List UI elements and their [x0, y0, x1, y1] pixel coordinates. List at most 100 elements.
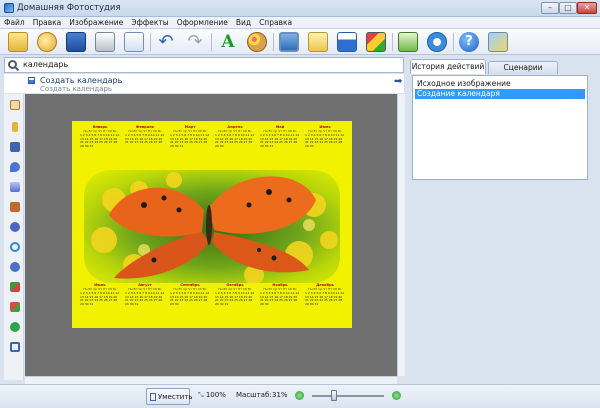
month-days: 1 2 3 4 5 6 7 8 9 10 11 12 13 14 15 16 1…: [305, 291, 345, 307]
month-days: 1 2 3 4 5 6 7 8 9 10 11 12 13 14 15 16 1…: [215, 133, 255, 149]
menu-bar: Файл Правка Изображение Эффекты Оформлен…: [0, 17, 600, 29]
eye-icon[interactable]: [10, 262, 20, 272]
undo-icon[interactable]: ↶: [156, 32, 176, 52]
zoom-slider-thumb[interactable]: [330, 390, 337, 401]
tab-history[interactable]: История действий: [410, 59, 486, 74]
menu-help[interactable]: Справка: [259, 17, 292, 29]
month-block: Октябрь Пн Вт Ср Чт Пт Сб Вс 1 2 3 4 5 6…: [215, 283, 255, 307]
crop-tool-icon[interactable]: [10, 342, 20, 352]
horizontal-scrollbar[interactable]: [25, 376, 397, 384]
menu-image[interactable]: Изображение: [69, 17, 123, 29]
calendar-small-icon: [28, 77, 35, 84]
vertical-scrollbar[interactable]: [397, 94, 405, 376]
month-days: 1 2 3 4 5 6 7 8 9 10 11 12 13 14 15 16 1…: [125, 291, 165, 307]
package-icon[interactable]: [488, 32, 508, 52]
menu-file[interactable]: Файл: [4, 17, 25, 29]
redo-icon[interactable]: ↷: [185, 32, 205, 52]
text-icon[interactable]: A: [218, 32, 238, 52]
crop-icon[interactable]: [398, 32, 418, 52]
fit-button[interactable]: Уместить: [146, 388, 193, 405]
month-days: 1 2 3 4 5 6 7 8 9 10 11 12 13 14 15 16 1…: [170, 291, 210, 307]
month-days: 1 2 3 4 5 6 7 8 9 10 11 12 13 14 15 16 1…: [80, 291, 120, 307]
month-days: 1 2 3 4 5 6 7 8 9 10 11 12 13 14 15 16 1…: [305, 133, 345, 149]
frame-icon[interactable]: [279, 32, 299, 52]
month-days: 1 2 3 4 5 6 7 8 9 10 11 12 13 14 15 16 1…: [80, 133, 120, 149]
minimize-button[interactable]: –: [541, 2, 559, 14]
print-icon[interactable]: [95, 32, 115, 52]
month-block: Январь Пн Вт Ср Чт Пт Сб Вс 1 2 3 4 5 6 …: [80, 125, 120, 149]
zoom-100-icon: ⤡: [198, 391, 206, 399]
butterfly-photo: [91, 172, 338, 283]
search-box[interactable]: календарь: [4, 57, 404, 73]
calendar-photo: [84, 170, 340, 283]
history-list: Исходное изображение Создание календаря: [412, 75, 588, 180]
scale-value: 31%: [272, 391, 288, 399]
apply-arrow-icon[interactable]: ➡: [394, 76, 402, 87]
swap-icon[interactable]: [10, 302, 20, 312]
card-icon[interactable]: [308, 32, 328, 52]
cone-icon[interactable]: [10, 182, 20, 192]
month-block: Август Пн Вт Ср Чт Пт Сб Вс 1 2 3 4 5 6 …: [125, 283, 165, 307]
month-block: Декабрь Пн Вт Ср Чт Пт Сб Вс 1 2 3 4 5 6…: [305, 283, 345, 307]
fit-icon: [150, 393, 156, 401]
history-item[interactable]: Исходное изображение: [415, 79, 585, 89]
save-icon[interactable]: [66, 32, 86, 52]
palette-icon[interactable]: [247, 32, 267, 52]
open-folder-icon[interactable]: [8, 32, 28, 52]
month-block: Февраль Пн Вт Ср Чт Пт Сб Вс 1 2 3 4 5 6…: [125, 125, 165, 145]
ellipse-icon[interactable]: [10, 222, 20, 232]
close-button[interactable]: ✕: [577, 2, 597, 14]
menu-effects[interactable]: Эффекты: [131, 17, 169, 29]
eraser-icon[interactable]: [10, 322, 20, 332]
maximize-button[interactable]: □: [559, 2, 577, 14]
scale-label: Масштаб:: [236, 391, 272, 399]
result-subtitle: Создать календарь: [40, 85, 113, 93]
results-list: Создать календарь Создать календарь ➡: [4, 74, 404, 94]
month-block: Май Пн Вт Ср Чт Пт Сб Вс 1 2 3 4 5 6 7 8…: [260, 125, 300, 149]
month-days: 1 2 3 4 5 6 7 8 9 10 11 12 13 14 15 16 1…: [125, 133, 165, 145]
toolbar: ↶ ↷ A ?: [0, 29, 600, 55]
month-block: Сентябрь Пн Вт Ср Чт Пт Сб Вс 1 2 3 4 5 …: [170, 283, 210, 307]
month-days: 1 2 3 4 5 6 7 8 9 10 11 12 13 14 15 16 1…: [260, 291, 300, 307]
layers-icon[interactable]: [10, 282, 20, 292]
month-block: Июль Пн Вт Ср Чт Пт Сб Вс 1 2 3 4 5 6 7 …: [80, 283, 120, 307]
list-item[interactable]: Создать календарь Создать календарь ➡: [4, 74, 404, 94]
month-block: Ноябрь Пн Вт Ср Чт Пт Сб Вс 1 2 3 4 5 6 …: [260, 283, 300, 307]
compare-icon[interactable]: [427, 32, 447, 52]
zoom-slider-track[interactable]: [312, 395, 384, 397]
menu-view[interactable]: Вид: [236, 17, 251, 29]
result-title: Создать календарь: [40, 76, 123, 85]
drop-icon[interactable]: [10, 162, 20, 172]
zoom-in-icon[interactable]: [392, 391, 401, 400]
stamp-icon[interactable]: [10, 202, 20, 212]
brush-icon[interactable]: [10, 142, 20, 152]
pencil-icon[interactable]: [12, 122, 18, 132]
copy-icon[interactable]: [124, 32, 144, 52]
title-bar: Домашняя Фотостудия – □ ✕: [0, 0, 600, 17]
hand-icon[interactable]: [10, 100, 20, 110]
month-block: Март Пн Вт Ср Чт Пт Сб Вс 1 2 3 4 5 6 7 …: [170, 125, 210, 149]
menu-design[interactable]: Оформление: [177, 17, 228, 29]
month-days: 1 2 3 4 5 6 7 8 9 10 11 12 13 14 15 16 1…: [260, 133, 300, 149]
month-days: 1 2 3 4 5 6 7 8 9 10 11 12 13 14 15 16 1…: [215, 291, 255, 307]
month-block: Июнь Пн Вт Ср Чт Пт Сб Вс 1 2 3 4 5 6 7 …: [305, 125, 345, 149]
window-title: Домашняя Фотостудия: [17, 3, 121, 13]
status-bar: Уместить ⤡ 100% Масштаб: 31%: [0, 384, 600, 408]
search-input[interactable]: календарь: [23, 60, 68, 69]
collage-icon[interactable]: [366, 32, 386, 52]
tab-scenarios[interactable]: Сценарии: [488, 61, 558, 74]
month-block: Апрель Пн Вт Ср Чт Пт Сб Вс 1 2 3 4 5 6 …: [215, 125, 255, 149]
calendar-icon[interactable]: [337, 32, 357, 52]
menu-edit[interactable]: Правка: [33, 17, 62, 29]
month-days: 1 2 3 4 5 6 7 8 9 10 11 12 13 14 15 16 1…: [170, 133, 210, 149]
fit-label: Уместить: [158, 393, 193, 401]
tools-strip: [4, 94, 24, 380]
lasso-icon[interactable]: [10, 242, 20, 252]
history-item-selected[interactable]: Создание календаря: [415, 89, 585, 99]
zoom-100-label: 100%: [205, 391, 226, 399]
effects-icon[interactable]: [37, 32, 57, 52]
help-icon[interactable]: ?: [459, 32, 479, 52]
app-icon: [4, 3, 14, 13]
zoom-100-button[interactable]: ⤡ 100%: [198, 391, 226, 400]
zoom-out-icon[interactable]: [295, 391, 304, 400]
